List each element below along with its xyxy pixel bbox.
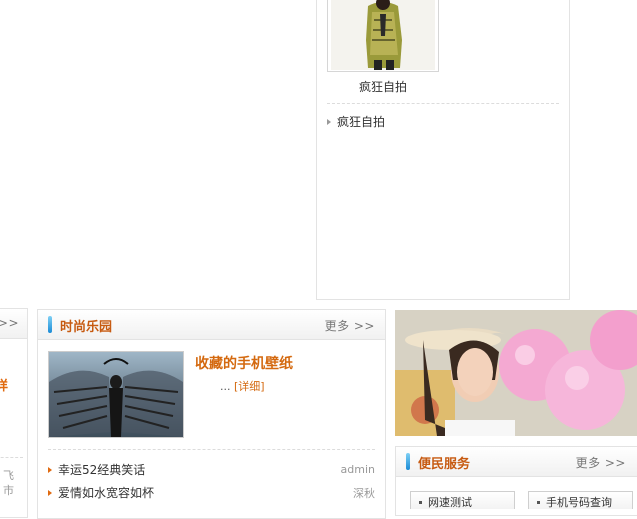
bullet-arrow-icon (48, 490, 52, 496)
bullet-arrow-icon (327, 119, 331, 125)
section-title: 时尚乐园 (60, 320, 113, 335)
feature-summary: ... [详细] (220, 380, 265, 393)
fashion-header: 时尚乐园 更多 >> (38, 310, 385, 340)
left-panel-header: >> (0, 309, 27, 339)
more-link[interactable]: 更多 >> (576, 454, 626, 471)
item-author: admin (340, 463, 375, 476)
angel-wings-image (49, 352, 183, 437)
item-author: 深秋 (353, 487, 375, 500)
girl-balloons-photo (395, 310, 637, 436)
services-header: 便民服务 更多 >> (396, 447, 637, 477)
divider (0, 457, 23, 458)
photo-caption[interactable]: 疯狂自拍 (359, 78, 407, 95)
fashion-panel: 时尚乐园 更多 >> 收藏的手机壁纸 ... [详细] 幸运52经典笑话 adm… (37, 309, 386, 519)
section-title: 便民服务 (418, 457, 471, 472)
header-accent-bar (48, 316, 52, 333)
left-panel: >> 详 飞 市 (0, 308, 28, 518)
wallpaper-thumbnail[interactable] (48, 351, 184, 438)
more-link[interactable]: 更多 >> (325, 317, 375, 334)
truncated-text: 详 (0, 379, 9, 394)
feature-title[interactable]: 收藏的手机壁纸 (195, 353, 293, 373)
divider (48, 449, 375, 450)
divider (327, 103, 559, 104)
header-accent-bar (406, 453, 410, 470)
phone-lookup-button[interactable]: 手机号码查询 (528, 491, 633, 509)
photo-panel: 疯狂自拍 疯狂自拍 (316, 0, 570, 300)
banner-image[interactable] (395, 310, 637, 436)
bullet-arrow-icon (48, 467, 52, 473)
list-item[interactable]: 幸运52经典笑话 (48, 461, 145, 478)
truncated-text: 飞 (3, 469, 14, 482)
truncated-text: 市 (3, 484, 14, 497)
list-item[interactable]: 爱情如水宽容如杯 (48, 484, 154, 501)
speed-test-button[interactable]: 网速测试 (410, 491, 515, 509)
photo-thumbnail[interactable] (327, 0, 439, 72)
services-panel: 便民服务 更多 >> 网速测试 手机号码查询 (395, 446, 637, 516)
list-item[interactable]: 疯狂自拍 (327, 113, 385, 130)
detail-link[interactable]: [详细] (234, 380, 265, 393)
fashion-photo (331, 0, 435, 70)
more-link[interactable]: >> (0, 316, 19, 330)
